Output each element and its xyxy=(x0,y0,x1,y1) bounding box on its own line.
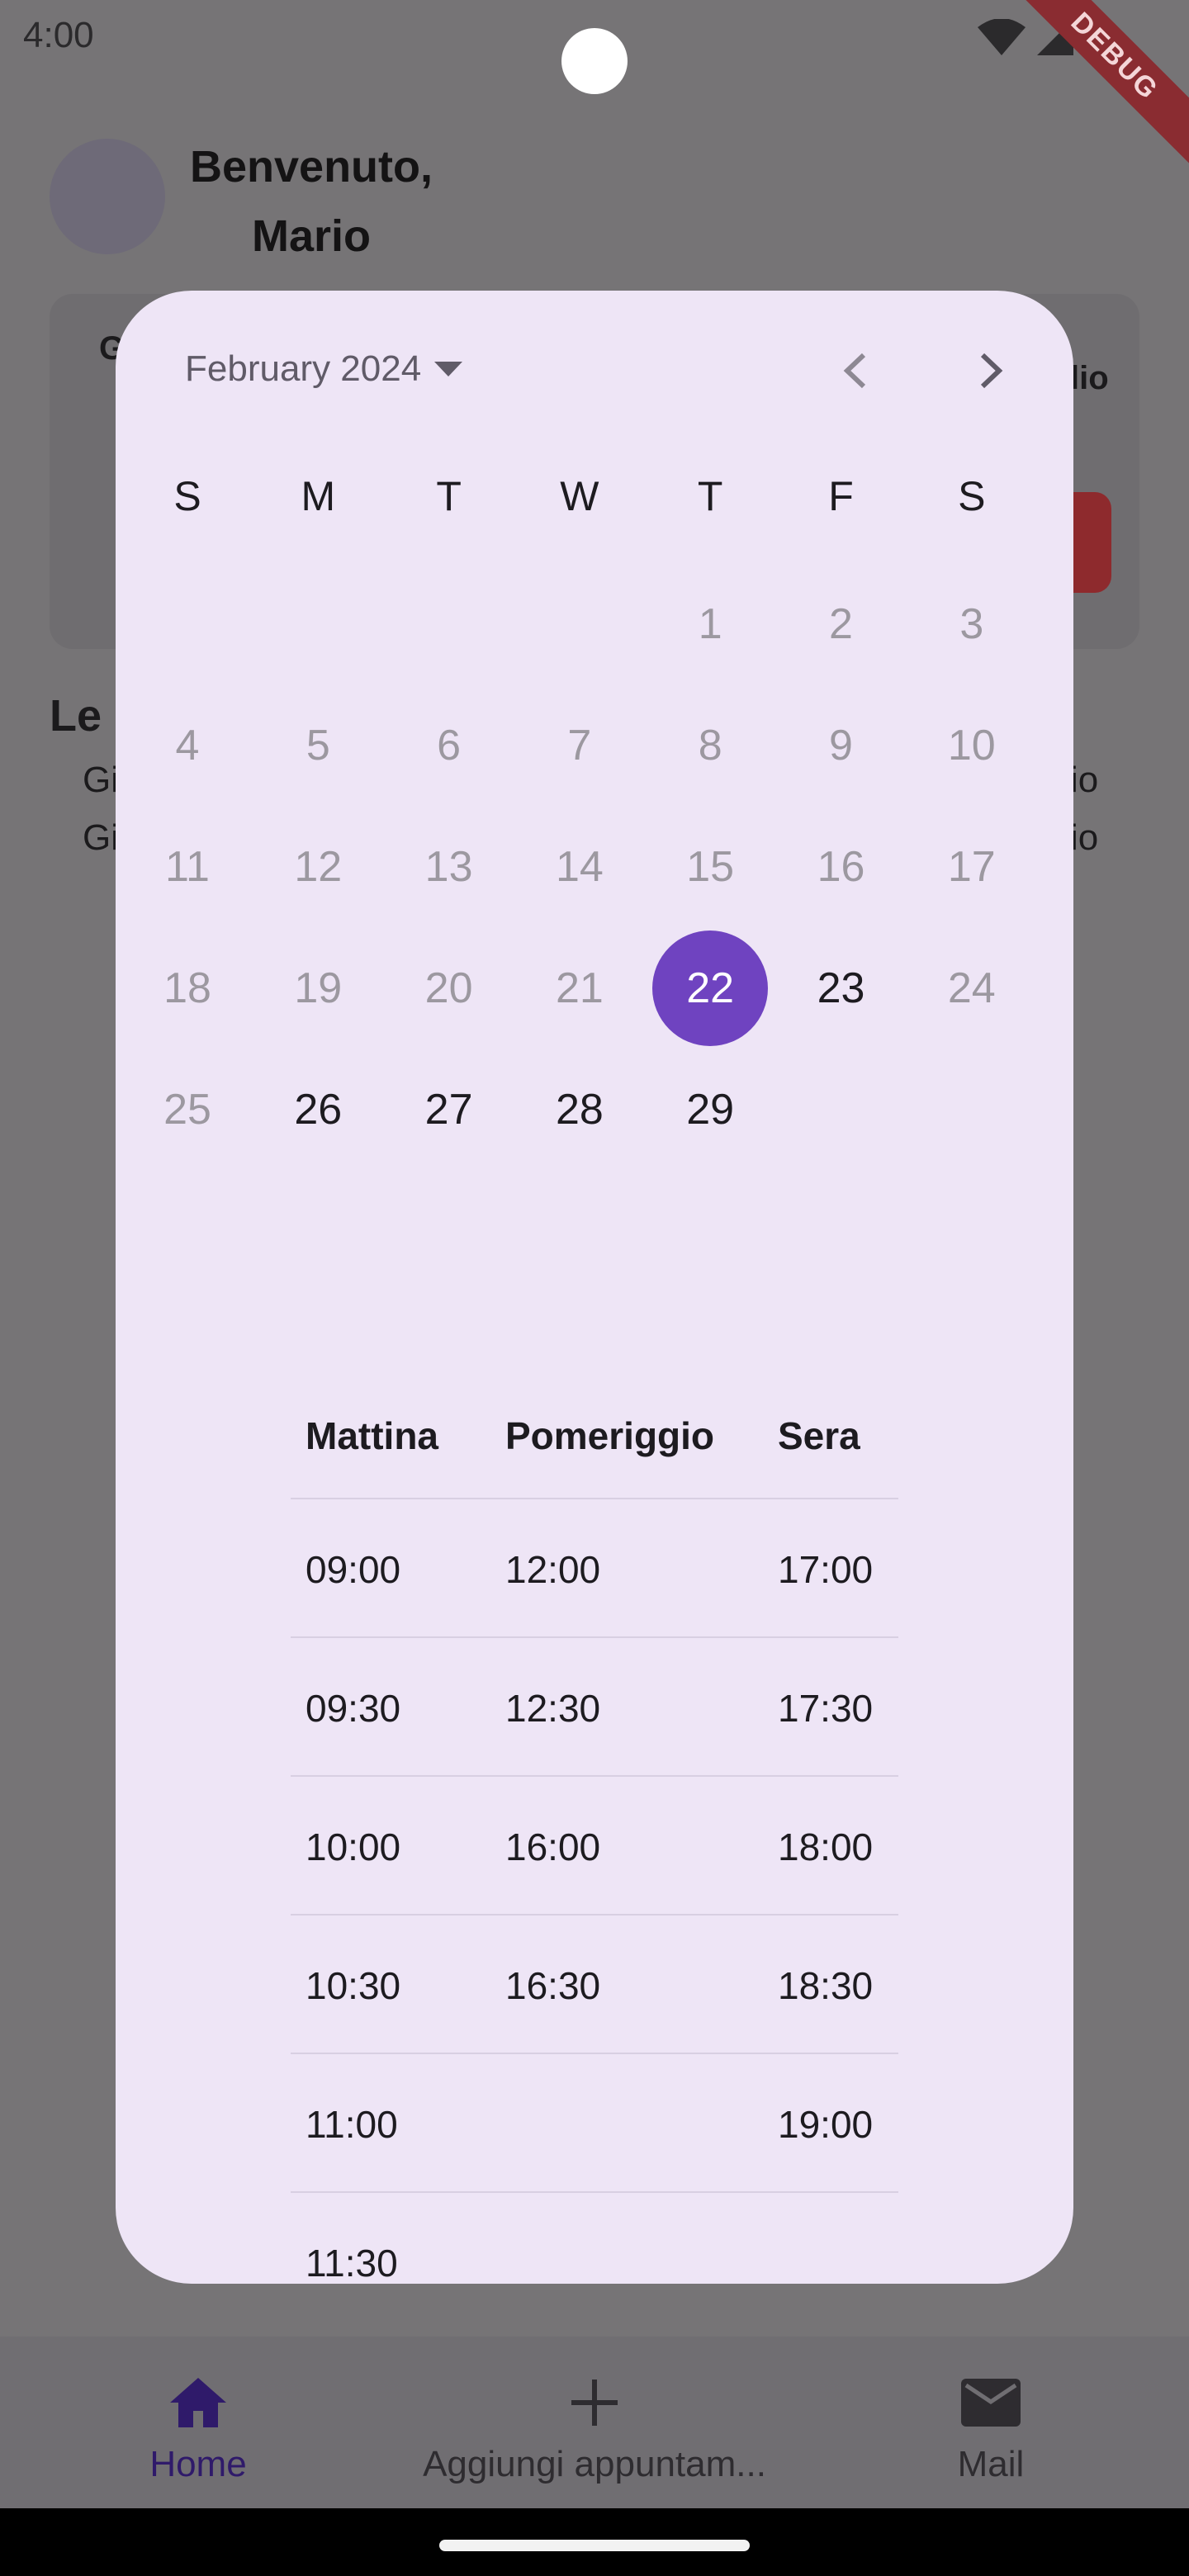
plus-icon xyxy=(571,2379,618,2426)
status-bar: 4:00 xyxy=(0,0,1189,94)
time-slot-option[interactable]: 16:00 xyxy=(505,1825,600,1869)
time-slot-option[interactable]: 10:00 xyxy=(306,1825,400,1869)
calendar-day[interactable]: 27 xyxy=(384,1049,514,1170)
weekday-label: T xyxy=(436,473,462,519)
calendar-day[interactable]: 26 xyxy=(253,1049,383,1170)
calendar-day[interactable]: 29 xyxy=(645,1049,775,1170)
bottom-navigation: Home Aggiungi appuntam... Mail xyxy=(0,2337,1189,2508)
time-slot-option[interactable]: 11:00 xyxy=(306,2102,398,2147)
wifi-icon xyxy=(978,19,1026,55)
background-row-1-left: Gi xyxy=(83,760,119,800)
time-slot-option[interactable]: 12:00 xyxy=(505,1547,600,1592)
time-slot-option[interactable]: 17:30 xyxy=(778,1686,873,1731)
nav-mail-label: Mail xyxy=(957,2444,1025,2484)
time-slot-table: Mattina Pomeriggio Sera 09:00 12:00 17:00 09:3… xyxy=(291,1323,898,2284)
background-row-2-left: Gi xyxy=(83,817,119,858)
mail-icon xyxy=(961,2379,1021,2427)
chevron-right-icon xyxy=(980,353,1003,389)
appointment-picker-dialog: February 2024 SMTWTFS 1 2 3 4 5 6 7 8 9 10 11 12 13 1… xyxy=(116,291,1073,2284)
status-time: 4:00 xyxy=(23,15,94,55)
calendar-day: 11 xyxy=(165,842,210,891)
camera-cutout xyxy=(561,28,628,94)
time-slot-option[interactable]: 17:00 xyxy=(778,1547,873,1592)
calendar-day: 13 xyxy=(424,842,473,891)
next-month-button[interactable] xyxy=(963,342,1021,400)
time-slot-option[interactable]: 18:30 xyxy=(778,1963,873,2008)
time-slot-row: 09:00 12:00 17:00 xyxy=(291,1499,898,1638)
background-row-1-right: io xyxy=(1070,760,1099,800)
time-slot-option[interactable]: 10:30 xyxy=(306,1963,400,2008)
background-section-title: Le xyxy=(50,691,102,741)
calendar-day: 5 xyxy=(306,721,330,769)
time-slot-column-header: Sera xyxy=(778,1414,860,1457)
time-slot-column-header: Mattina xyxy=(306,1414,438,1457)
time-slot-option[interactable]: 09:00 xyxy=(306,1547,400,1592)
calendar-day: 1 xyxy=(698,599,722,648)
chevron-left-icon xyxy=(843,353,866,389)
calendar-day: 15 xyxy=(686,842,735,891)
calendar-day: 2 xyxy=(829,599,853,648)
calendar-day: 8 xyxy=(698,721,722,769)
calendar-day: 6 xyxy=(437,721,462,769)
time-slot-row: 09:30 12:30 17:30 xyxy=(291,1638,898,1777)
time-slot-option[interactable]: 09:30 xyxy=(306,1686,400,1731)
calendar-day: 14 xyxy=(555,842,604,891)
nav-home[interactable]: Home xyxy=(116,2337,281,2508)
time-slot-option[interactable]: 19:00 xyxy=(778,2102,873,2147)
weekday-label: T xyxy=(697,473,723,519)
calendar-day: 9 xyxy=(829,721,853,769)
calendar-day: 20 xyxy=(424,964,473,1012)
time-slot-row: 11:00 19:00 xyxy=(291,2054,898,2193)
nav-home-label: Home xyxy=(149,2444,247,2484)
time-slot-column-header: Pomeriggio xyxy=(505,1414,715,1457)
calendar-day: 10 xyxy=(947,721,996,769)
background-row-2-right: io xyxy=(1070,817,1099,858)
time-slot-row: 11:30 xyxy=(291,2193,898,2284)
time-slot-option[interactable]: 11:30 xyxy=(306,2241,398,2284)
calendar-day: 19 xyxy=(294,964,343,1012)
calendar-day: 4 xyxy=(175,721,200,769)
previous-month-button[interactable] xyxy=(826,342,883,400)
time-slot-row: 10:30 16:30 18:30 xyxy=(291,1915,898,2054)
time-slot-option[interactable]: 16:30 xyxy=(505,1963,600,2008)
nav-mail[interactable]: Mail xyxy=(908,2337,1073,2508)
weekday-label: F xyxy=(828,473,854,519)
time-slot-option[interactable]: 18:00 xyxy=(778,1825,873,1869)
time-slot-header-row: Mattina Pomeriggio Sera xyxy=(291,1323,898,1499)
weekday-label: W xyxy=(560,473,599,519)
nav-add-appointment-label: Aggiungi appuntam... xyxy=(423,2444,766,2484)
calendar-day[interactable]: 23 xyxy=(776,927,907,1049)
avatar[interactable] xyxy=(50,139,165,254)
calendar-day: 24 xyxy=(947,964,996,1012)
calendar-day: 16 xyxy=(817,842,865,891)
calendar-day-selected[interactable]: 22 xyxy=(645,927,775,1049)
home-icon xyxy=(170,2378,226,2427)
calendar-day: 18 xyxy=(163,964,211,1012)
calendar-day: 3 xyxy=(959,599,984,648)
calendar-day: 25 xyxy=(163,1085,211,1134)
time-slot-option[interactable]: 12:30 xyxy=(505,1686,600,1731)
weekday-label: S xyxy=(173,473,201,519)
month-year-selector[interactable]: February 2024 xyxy=(185,340,463,398)
calendar-day: 7 xyxy=(567,721,592,769)
calendar-day: 12 xyxy=(294,842,343,891)
welcome-title: Benvenuto, Mario xyxy=(189,142,433,261)
dropdown-arrow-icon xyxy=(434,362,463,376)
month-year-label: February 2024 xyxy=(185,348,422,389)
calendar-day: 21 xyxy=(555,964,604,1012)
calendar-day: 17 xyxy=(947,842,996,891)
calendar-day[interactable]: 28 xyxy=(514,1049,645,1170)
weekday-label: M xyxy=(301,473,336,519)
nav-add-appointment[interactable]: Aggiungi appuntam... xyxy=(423,2337,766,2508)
background-card-text-right: lio xyxy=(1070,360,1109,396)
time-slot-row: 10:00 16:00 18:00 xyxy=(291,1777,898,1915)
home-gesture-handle[interactable] xyxy=(439,2540,750,2551)
weekday-label: S xyxy=(958,473,986,519)
